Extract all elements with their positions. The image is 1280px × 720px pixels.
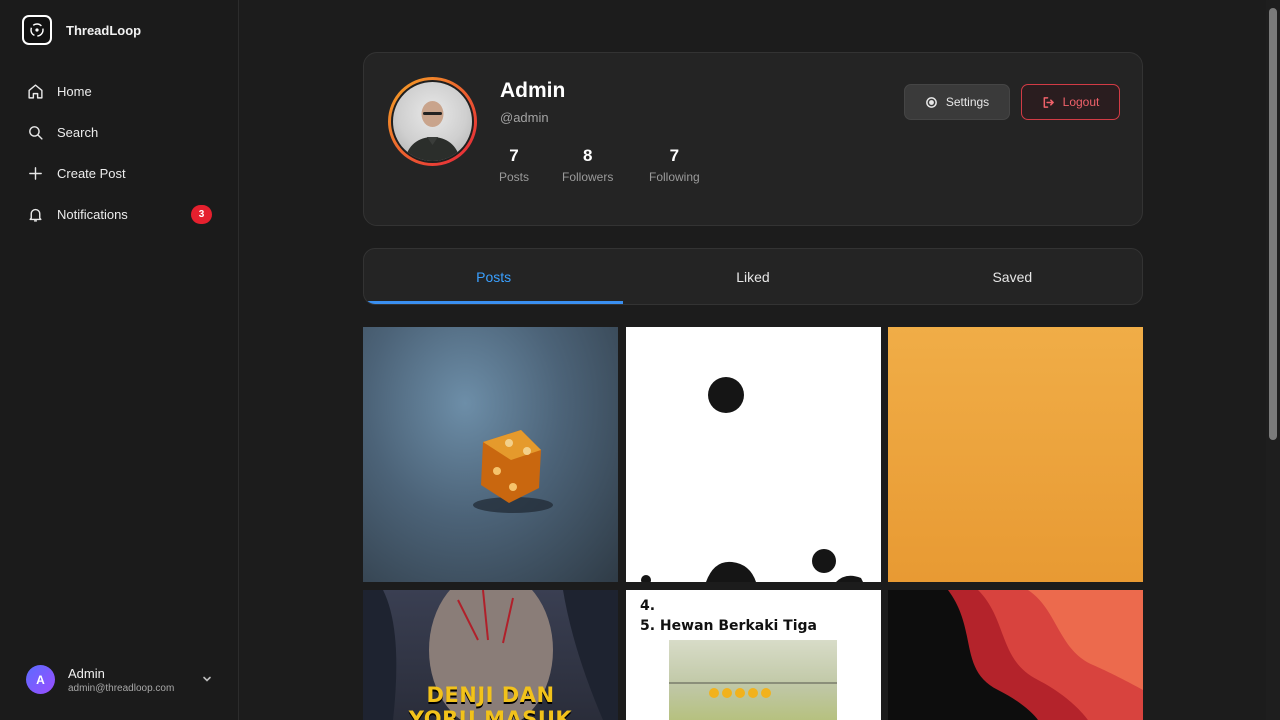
logout-button[interactable]: Logout [1021, 84, 1120, 120]
stat-label: Posts [499, 170, 530, 184]
tab-liked[interactable]: Liked [623, 249, 882, 304]
post-caption-line: YORU MASUK [408, 707, 573, 720]
sidebar-item-label: Search [57, 125, 99, 140]
logout-label: Logout [1062, 95, 1100, 109]
logout-icon [1043, 96, 1054, 108]
profile-name: Admin [500, 79, 566, 102]
scrollbar-thumb[interactable] [1269, 8, 1277, 440]
brand-name: ThreadLoop [66, 22, 142, 38]
chevron-down-icon[interactable] [201, 673, 213, 685]
stat-followers[interactable]: 8 Followers [562, 146, 613, 184]
sidebar-item-label: Notifications [57, 207, 128, 222]
sidebar-item-notifications[interactable]: Notifications 3 [0, 194, 239, 235]
gear-icon [925, 96, 937, 108]
stat-value: 7 [669, 146, 680, 165]
posts-grid: DENJI DAN YORU MASUK 4. 5. Hewan Berkaki… [363, 327, 1143, 720]
notification-badge: 3 [191, 205, 212, 224]
sidebar-nav: Home Search Create Post Notifications 3 [0, 71, 239, 235]
sidebar-item-label: Create Post [57, 166, 126, 181]
stat-posts[interactable]: 7 Posts [499, 146, 529, 184]
settings-label: Settings [945, 95, 990, 109]
page-scrollbar[interactable] [1266, 0, 1280, 720]
bell-icon [29, 208, 42, 222]
sidebar-item-create-post[interactable]: Create Post [0, 153, 239, 194]
threadloop-logo-icon [22, 15, 52, 45]
profile-photo [393, 82, 472, 161]
tab-posts[interactable]: Posts [364, 249, 624, 304]
stat-label: Followers [562, 170, 614, 184]
user-name: Admin [68, 665, 105, 681]
sidebar-item-label: Home [57, 84, 92, 99]
stat-following[interactable]: 7 Following [649, 146, 700, 184]
profile-tabs: Posts Liked Saved [363, 248, 1143, 305]
sidebar-item-home[interactable]: Home [0, 71, 239, 112]
post-thumbnail[interactable]: DENJI DAN YORU MASUK [363, 590, 618, 720]
post-thumbnail[interactable] [888, 327, 1143, 582]
plus-icon [29, 167, 42, 180]
avatar: A [26, 665, 55, 694]
stat-label: Following [649, 170, 700, 184]
search-icon [29, 126, 43, 140]
post-thumbnail[interactable]: 4. 5. Hewan Berkaki Tiga [626, 590, 881, 720]
sidebar: ThreadLoop Home Search Create Post Notif… [0, 0, 239, 720]
tab-saved[interactable]: Saved [883, 249, 1142, 304]
user-menu[interactable]: A Admin admin@threadloop.com [26, 665, 226, 694]
user-email: admin@threadloop.com [68, 682, 175, 694]
post-caption-line: DENJI DAN [426, 683, 555, 707]
post-thumbnail[interactable] [363, 327, 618, 582]
post-thumbnail[interactable] [626, 327, 881, 582]
profile-handle: @admin [500, 110, 549, 125]
stat-value: 8 [582, 146, 593, 165]
home-icon [28, 84, 43, 99]
profile-card: Admin @admin 7 Posts 8 Followers 7 Follo… [363, 52, 1143, 226]
post-thumbnail[interactable] [888, 590, 1143, 720]
sidebar-item-search[interactable]: Search [0, 112, 239, 153]
stat-value: 7 [509, 146, 519, 165]
post-text-line: 4. [640, 598, 656, 614]
user-info: Admin admin@threadloop.com [68, 666, 174, 694]
profile-avatar[interactable] [388, 77, 477, 166]
settings-button[interactable]: Settings [904, 84, 1010, 120]
brand[interactable]: ThreadLoop [22, 15, 141, 45]
post-text-line: 5. Hewan Berkaki Tiga [640, 618, 817, 634]
